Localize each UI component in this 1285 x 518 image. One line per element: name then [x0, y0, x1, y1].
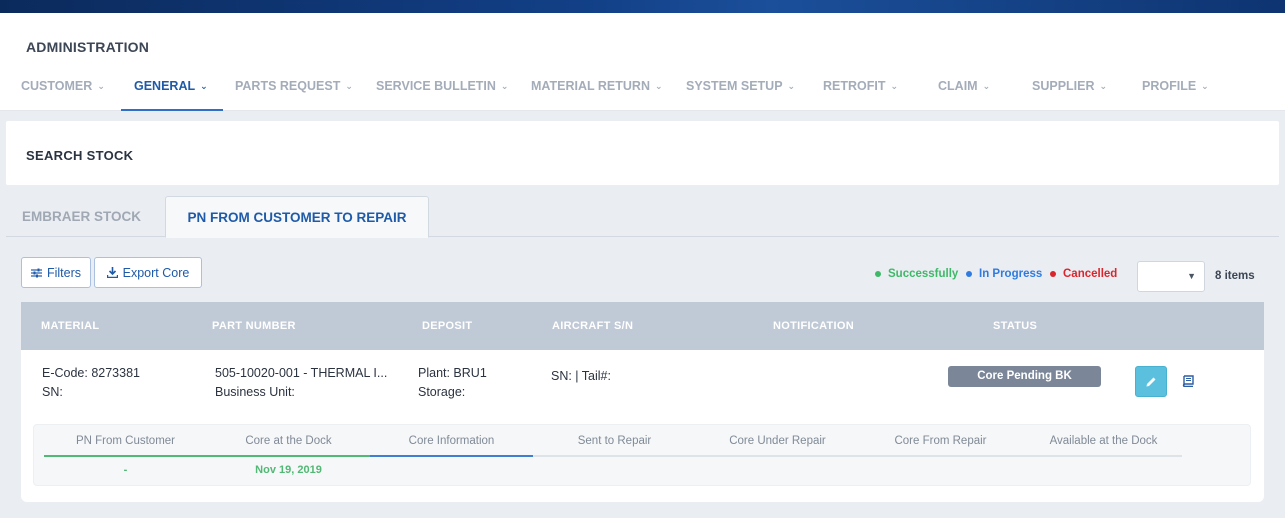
- column-header-deposit[interactable]: DEPOSIT: [422, 320, 472, 332]
- page-header: ADMINISTRATION CUSTOMER ⌄ GENERAL ⌄ PARTS …: [0, 13, 1285, 111]
- nav-material-return[interactable]: MATERIAL RETURN ⌄: [531, 79, 663, 111]
- chevron-down-icon: ⌄: [200, 81, 208, 91]
- nav-label: RETROFIT: [823, 79, 886, 93]
- nav-label: SYSTEM SETUP: [686, 79, 783, 93]
- business-unit: Business Unit:: [215, 385, 295, 399]
- material-ecode: E-Code: 8273381: [42, 366, 140, 380]
- nav-retrofit[interactable]: RETROFIT ⌄: [823, 79, 898, 111]
- nav-label: GENERAL: [134, 79, 196, 93]
- step-label: Sent to Repair: [577, 435, 652, 447]
- step-label: PN From Customer: [75, 435, 176, 447]
- step-bar-current: [370, 455, 533, 457]
- section-title: SEARCH STOCK: [26, 148, 134, 163]
- tab-pn-from-customer[interactable]: PN FROM CUSTOMER TO REPAIR: [165, 196, 429, 238]
- nav-label: MATERIAL RETURN: [531, 79, 650, 93]
- chevron-down-icon: ⌄: [345, 81, 353, 91]
- sliders-icon: [30, 268, 42, 277]
- chevron-down-icon: ⌄: [97, 81, 105, 91]
- legend-label: Cancelled: [1063, 268, 1118, 280]
- legend-label: In Progress: [979, 268, 1043, 280]
- legend-successfully: Successfully: [875, 268, 958, 280]
- step-bar-pending: [859, 455, 1022, 457]
- nav-label: CLAIM: [938, 79, 978, 93]
- step-bar-pending: [533, 455, 696, 457]
- chevron-down-icon: ⌄: [982, 81, 991, 91]
- step-bar-done: [44, 455, 207, 457]
- status-dot-red: [1050, 271, 1056, 277]
- nav-general[interactable]: GENERAL ⌄: [121, 79, 223, 111]
- step-label: Core From Repair: [894, 435, 987, 447]
- column-header-aircraft-sn[interactable]: AIRCRAFT S/N: [552, 320, 633, 332]
- details-button[interactable]: [1179, 372, 1197, 390]
- nav-label: SUPPLIER: [1032, 79, 1095, 93]
- deposit-plant: Plant: BRU1: [418, 366, 487, 380]
- legend-label: Successfully: [888, 268, 959, 280]
- legend-in-progress: In Progress: [966, 268, 1042, 280]
- nav-profile[interactable]: PROFILE ⌄: [1142, 79, 1209, 111]
- step-value: Nov 19, 2019: [255, 464, 322, 476]
- filters-button[interactable]: Filters: [21, 257, 91, 288]
- column-header-material[interactable]: MATERIAL: [41, 320, 99, 332]
- nav-label: SERVICE BULLETIN: [376, 79, 496, 93]
- caret-down-icon: ▼: [1187, 271, 1196, 281]
- step-label: Available at the Dock: [1049, 435, 1158, 447]
- material-sn: SN:: [42, 385, 63, 399]
- chevron-down-icon: ⌄: [500, 81, 509, 91]
- page-size-select[interactable]: ▼: [1137, 261, 1205, 292]
- chevron-down-icon: ⌄: [787, 81, 796, 91]
- chevron-down-icon: ⌄: [890, 81, 899, 91]
- deposit-storage: Storage:: [418, 385, 466, 399]
- nav-service-bulletin[interactable]: SERVICE BULLETIN ⌄: [376, 79, 508, 111]
- top-banner: [0, 0, 1285, 13]
- items-count: 8 items: [1215, 270, 1255, 282]
- tab-embraer-stock[interactable]: EMBRAER STOCK: [22, 196, 141, 237]
- download-icon: [106, 267, 118, 278]
- step-label: Core at the Dock: [245, 435, 332, 447]
- step-bar-pending: [1022, 455, 1182, 457]
- nav-system-setup[interactable]: SYSTEM SETUP ⌄: [686, 79, 795, 111]
- column-header-status[interactable]: STATUS: [993, 320, 1037, 332]
- chevron-down-icon: ⌄: [1201, 81, 1209, 91]
- nav-supplier[interactable]: SUPPLIER ⌄: [1032, 79, 1107, 111]
- filters-label: Filters: [46, 265, 82, 280]
- nav-claim[interactable]: CLAIM ⌄: [938, 79, 990, 111]
- column-header-part-number[interactable]: PART NUMBER: [212, 320, 296, 332]
- edit-button[interactable]: [1135, 366, 1167, 397]
- legend-cancelled: Cancelled: [1050, 268, 1117, 280]
- stock-tabs: EMBRAER STOCK PN FROM CUSTOMER TO REPAIR: [6, 196, 1279, 238]
- status-badge: Core Pending BK: [948, 366, 1101, 387]
- chevron-down-icon: ⌄: [654, 81, 663, 91]
- step-label: Core Under Repair: [729, 435, 826, 447]
- nav-customer[interactable]: CUSTOMER ⌄: [21, 79, 105, 111]
- step-bar-pending: [696, 455, 859, 457]
- page-title: ADMINISTRATION: [26, 39, 150, 55]
- step-bar-done: [207, 455, 370, 457]
- export-core-button[interactable]: Export Core: [94, 257, 202, 288]
- nav-parts-request[interactable]: PARTS REQUEST ⌄: [235, 79, 353, 111]
- column-header-notification[interactable]: NOTIFICATION: [773, 320, 854, 332]
- repair-progress-tracker: PN From Customer Core at the Dock Core I…: [33, 424, 1251, 486]
- aircraft-sn: SN: | Tail#:: [551, 369, 611, 383]
- status-dot-blue: [966, 271, 972, 277]
- part-number: 505-10020-001 - THERMAL I...: [215, 366, 388, 380]
- step-label: Core Information: [408, 435, 495, 447]
- export-label: Export Core: [122, 265, 190, 280]
- nav-label: PROFILE: [1142, 79, 1197, 93]
- status-dot-green: [875, 271, 881, 277]
- chevron-down-icon: ⌄: [1099, 81, 1108, 91]
- table-row: E-Code: 8273381 SN: 505-10020-001 - THER…: [21, 350, 1264, 502]
- search-stock-card: SEARCH STOCK: [6, 121, 1279, 185]
- nav-label: CUSTOMER: [21, 79, 93, 93]
- table-header: MATERIAL PART NUMBER DEPOSIT AIRCRAFT S/…: [21, 302, 1264, 350]
- nav-label: PARTS REQUEST: [235, 79, 341, 93]
- pencil-icon: [1146, 377, 1156, 386]
- book-icon: [1182, 375, 1194, 387]
- step-value: -: [123, 464, 128, 476]
